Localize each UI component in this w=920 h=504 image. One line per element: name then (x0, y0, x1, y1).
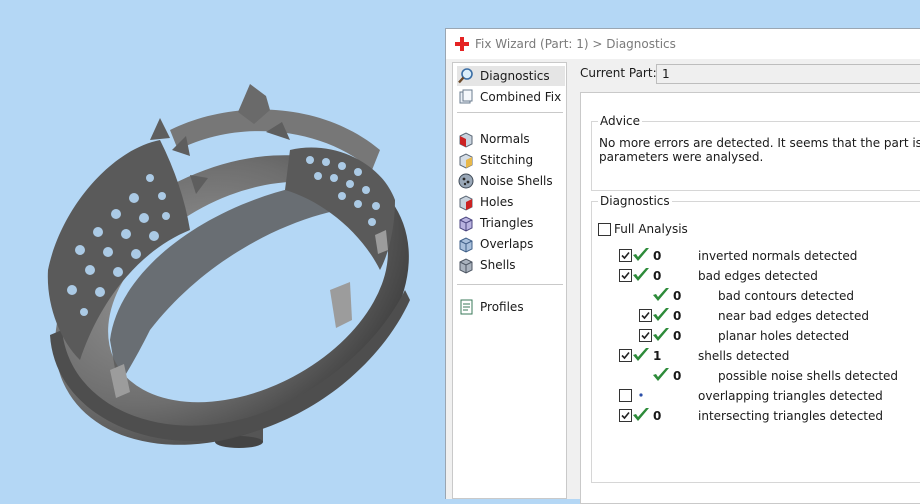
nav-label: Noise Shells (480, 174, 553, 188)
diag-row-planar-holes-detected-count: 0 (673, 329, 682, 343)
green-check-icon (652, 327, 669, 343)
diag-row-inverted-normals-detected-label: inverted normals detected (698, 249, 858, 263)
nav-label: Shells (480, 258, 516, 272)
nav-label: Holes (480, 195, 514, 209)
window-title: Fix Wizard (Part: 1) > Diagnostics (475, 37, 676, 51)
diag-row-shells-detected-checkbox[interactable] (619, 349, 632, 362)
nav-item-profiles[interactable]: Profiles (457, 297, 565, 317)
diagnostics-page: Current Part: 1 Advice No more errors ar… (574, 62, 920, 504)
diag-row-bad-edges-detected-checkbox[interactable] (619, 269, 632, 282)
green-check-icon (652, 287, 669, 303)
nav-label: Stitching (480, 153, 534, 167)
nav-item-noise-shells[interactable]: Noise Shells (457, 171, 565, 191)
nav-label: Combined Fix (480, 90, 562, 104)
red-cross-icon (455, 37, 469, 51)
diag-row-intersecting-triangles-detected-count: 0 (653, 409, 662, 423)
nav-label: Normals (480, 132, 530, 146)
advice-group: Advice No more errors are detected. It s… (591, 114, 920, 191)
nav-item-triangles[interactable]: Triangles (457, 213, 565, 233)
nav-item-holes[interactable]: Holes (457, 192, 565, 212)
green-check-icon (652, 307, 669, 323)
nav-divider (457, 112, 563, 113)
diag-row-planar-holes-detected-checkbox[interactable] (639, 329, 652, 342)
nav-item-shells[interactable]: Shells (457, 255, 565, 275)
3d-viewport[interactable] (0, 0, 445, 499)
diag-row-near-bad-edges-detected-checkbox[interactable] (639, 309, 652, 322)
green-check-icon (632, 267, 649, 283)
triangles-icon (459, 216, 473, 232)
normals-icon (459, 132, 473, 148)
combined-fix-icon (459, 89, 473, 104)
ring-model (47, 84, 410, 448)
diag-row-bad-contours-detected-label: bad contours detected (718, 289, 854, 303)
fix-wizard-dialog: Fix Wizard (Part: 1) > Diagnostics Diagn… (445, 28, 920, 504)
diag-row-near-bad-edges-detected-label: near bad edges detected (718, 309, 869, 323)
advice-line-1: No more errors are detected. It seems th… (599, 136, 920, 150)
diag-row-inverted-normals-detected-count: 0 (653, 249, 662, 263)
diag-row-shells-detected-label: shells detected (698, 349, 790, 363)
diag-row-bad-contours-detected-count: 0 (673, 289, 682, 303)
overlaps-icon (459, 237, 473, 253)
shells-icon (459, 258, 473, 274)
nav-item-normals[interactable]: Normals (457, 129, 565, 149)
diag-row-possible-noise-shells-detected-label: possible noise shells detected (718, 369, 899, 383)
nav-label: Triangles (480, 216, 534, 230)
diagnostics-group: Diagnostics Full Analysis 0 inverted norm… (591, 194, 920, 483)
nav-divider (457, 284, 563, 285)
noise-shells-icon (458, 173, 474, 189)
full-analysis-checkbox[interactable] (598, 223, 611, 236)
nav-item-overlaps[interactable]: Overlaps (457, 234, 565, 254)
diagnostics-panel: Advice No more errors are detected. It s… (580, 92, 920, 504)
advice-title: Advice (598, 114, 643, 128)
current-part-label: Current Part: (580, 66, 657, 80)
diag-row-possible-noise-shells-detected-count: 0 (673, 369, 682, 383)
diag-row-intersecting-triangles-detected-label: intersecting triangles detected (698, 409, 883, 423)
profiles-icon (460, 299, 473, 315)
diag-row-intersecting-triangles-detected-checkbox[interactable] (619, 409, 632, 422)
green-check-icon (632, 247, 649, 263)
diag-row-inverted-normals-detected-checkbox[interactable] (619, 249, 632, 262)
diag-row-shells-detected-count: 1 (653, 349, 662, 363)
advice-line-2: parameters were analysed. (599, 150, 764, 164)
nav-item-combined-fix[interactable]: Combined Fix (457, 87, 565, 107)
diag-row-bad-edges-detected-label: bad edges detected (698, 269, 818, 283)
diag-row-near-bad-edges-detected-count: 0 (673, 309, 682, 323)
diag-row-overlapping-triangles-detected-label: overlapping triangles detected (698, 389, 883, 403)
diagnostics-title: Diagnostics (598, 194, 672, 208)
dot-icon (632, 387, 648, 403)
magnifier-icon (458, 68, 473, 84)
full-analysis-label: Full Analysis (614, 222, 688, 236)
holes-icon (459, 195, 473, 211)
stitching-icon (459, 153, 473, 169)
nav-label: Overlaps (480, 237, 534, 251)
green-check-icon (632, 347, 649, 363)
green-check-icon (652, 367, 669, 383)
green-check-icon (632, 407, 649, 423)
nav-item-diagnostics[interactable]: Diagnostics (457, 66, 565, 86)
diag-row-planar-holes-detected-label: planar holes detected (718, 329, 850, 343)
nav-label: Profiles (480, 300, 524, 314)
fix-wizard-nav: Diagnostics Combined Fix Normals Stitchi… (452, 62, 567, 499)
nav-label: Diagnostics (480, 69, 550, 83)
advice-text: No more errors are detected. It seems th… (599, 136, 920, 164)
current-part-field[interactable]: 1 (656, 64, 920, 84)
diag-row-overlapping-triangles-detected-checkbox[interactable] (619, 389, 632, 402)
nav-item-stitching[interactable]: Stitching (457, 150, 565, 170)
diag-row-bad-edges-detected-count: 0 (653, 269, 662, 283)
title-bar[interactable]: Fix Wizard (Part: 1) > Diagnostics (446, 29, 920, 59)
